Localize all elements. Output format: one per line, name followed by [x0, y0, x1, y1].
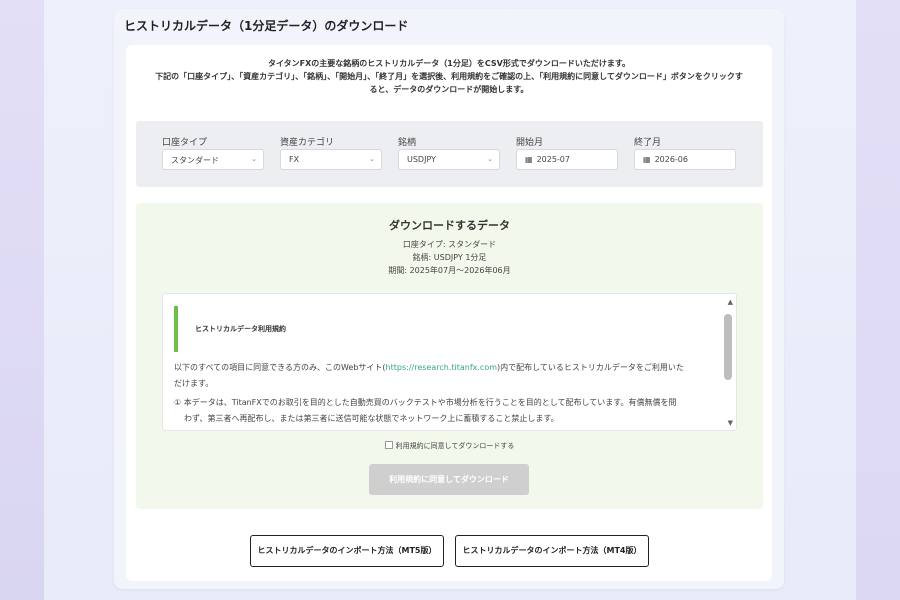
terms-website-link[interactable]: https://research.titanfx.com: [386, 363, 497, 372]
start-month-input[interactable]: ▦ 2025-07: [516, 149, 618, 170]
download-summary-info: 口座タイプ: スタンダード 銘柄: USDJPY 1分足 期間: 2025年07…: [136, 238, 763, 277]
end-month-input[interactable]: ▦ 2026-06: [634, 149, 736, 170]
download-summary-title: ダウンロードするデータ: [389, 219, 510, 232]
symbol-select[interactable]: USDJPY ⌄: [398, 149, 500, 170]
terms-p1-after: )内で配布しているヒストリカルデータをご利用いた: [497, 363, 684, 372]
agree-checkbox[interactable]: [384, 441, 393, 449]
asset-category-label: 資産カテゴリ: [280, 138, 335, 148]
summary-symbol: 銘柄: USDJPY 1分足: [412, 253, 487, 262]
right-background: [856, 0, 900, 600]
filter-bar: 口座タイプ スタンダード ⌄ 資産カテゴリ FX ⌄ 銘柄 USDJPY ⌄ 開…: [136, 121, 763, 187]
account-type-value: スタンダード: [171, 156, 219, 165]
terms-paragraph-2: ① 本データは、TitanFXでのお取引を目的とした自動売買のバックテストや市場…: [174, 395, 712, 427]
intro-line-1: タイタンFXの主要な銘柄のヒストリカルデータ（1分足）をCSV形式でダウンロード…: [267, 59, 631, 68]
terms-p1-before: 以下のすべての項目に同意できる方のみ、このWebサイト(: [174, 363, 386, 372]
terms-accent-bar: [174, 306, 178, 352]
content-panel: タイタンFXの主要な銘柄のヒストリカルデータ（1分足）をCSV形式でダウンロード…: [126, 45, 772, 581]
intro-line-3: ると、データのダウンロードが開始します。: [369, 85, 529, 94]
terms-scroll-box[interactable]: ヒストリカルデータ利用規約 以下のすべての項目に同意できる方のみ、このWebサイ…: [162, 293, 737, 431]
asset-category-field: 資産カテゴリ FX ⌄: [280, 135, 382, 170]
scroll-down-arrow-icon[interactable]: ▼: [728, 419, 733, 427]
scroll-up-arrow-icon[interactable]: ▲: [728, 298, 733, 306]
terms-paragraph-1: 以下のすべての項目に同意できる方のみ、このWebサイト(https://rese…: [174, 360, 712, 392]
agree-and-download-button[interactable]: 利用規約に同意してダウンロード: [369, 464, 529, 495]
asset-category-value: FX: [289, 155, 300, 164]
historical-data-card: ヒストリカルデータ（1分足データ）のダウンロード タイタンFXの主要な銘柄のヒス…: [114, 9, 784, 589]
end-month-value: 2026-06: [654, 155, 688, 164]
start-month-label: 開始月: [516, 138, 544, 148]
chevron-down-icon: ⌄: [251, 155, 257, 163]
calendar-icon: ▦: [525, 155, 533, 164]
terms-p1-continued: だけます。: [174, 379, 214, 388]
start-month-value: 2025-07: [536, 155, 570, 164]
chevron-down-icon: ⌄: [369, 155, 375, 163]
download-summary-area: ダウンロードするデータ 口座タイプ: スタンダード 銘柄: USDJPY 1分足…: [136, 203, 763, 509]
calendar-icon: ▦: [643, 155, 651, 164]
import-guide-mt5-button[interactable]: ヒストリカルデータのインポート方法（MT5版）: [250, 535, 444, 567]
start-month-field: 開始月 ▦ 2025-07: [516, 135, 618, 170]
scrollbar-thumb[interactable]: [724, 314, 732, 380]
account-type-label: 口座タイプ: [162, 138, 208, 148]
left-background: [0, 0, 44, 600]
terms-title: ヒストリカルデータ利用規約: [195, 325, 286, 333]
intro-text: タイタンFXの主要な銘柄のヒストリカルデータ（1分足）をCSV形式でダウンロード…: [136, 57, 762, 96]
chevron-down-icon: ⌄: [487, 155, 493, 163]
symbol-value: USDJPY: [407, 155, 436, 164]
intro-line-2: 下記の「口座タイプ」、「資産カテゴリ」、「銘柄」、「開始月」、「終了月」を選択後…: [155, 72, 743, 81]
terms-p2-line-2: わず、第三者へ再配布し、または第三者に送信可能な状態でネットワーク上に蓄積するこ…: [184, 414, 559, 423]
account-type-field: 口座タイプ スタンダード ⌄: [162, 135, 264, 170]
symbol-label: 銘柄: [398, 138, 417, 148]
import-guide-mt4-button[interactable]: ヒストリカルデータのインポート方法（MT4版）: [455, 535, 649, 567]
agree-checkbox-row[interactable]: 利用規約に同意してダウンロードする: [136, 441, 763, 451]
terms-body: 以下のすべての項目に同意できる方のみ、このWebサイト(https://rese…: [174, 360, 712, 427]
terms-p2-line-1: ① 本データは、TitanFXでのお取引を目的とした自動売買のバックテストや市場…: [174, 398, 677, 407]
summary-account-type: 口座タイプ: スタンダード: [402, 240, 497, 249]
card-title: ヒストリカルデータ（1分足データ）のダウンロード: [124, 19, 409, 33]
end-month-field: 終了月 ▦ 2026-06: [634, 135, 736, 170]
end-month-label: 終了月: [634, 138, 662, 148]
summary-period: 期間: 2025年07月〜2026年06月: [388, 266, 511, 275]
symbol-field: 銘柄 USDJPY ⌄: [398, 135, 500, 170]
agree-checkbox-label: 利用規約に同意してダウンロードする: [395, 442, 515, 450]
asset-category-select[interactable]: FX ⌄: [280, 149, 382, 170]
account-type-select[interactable]: スタンダード ⌄: [162, 149, 264, 170]
